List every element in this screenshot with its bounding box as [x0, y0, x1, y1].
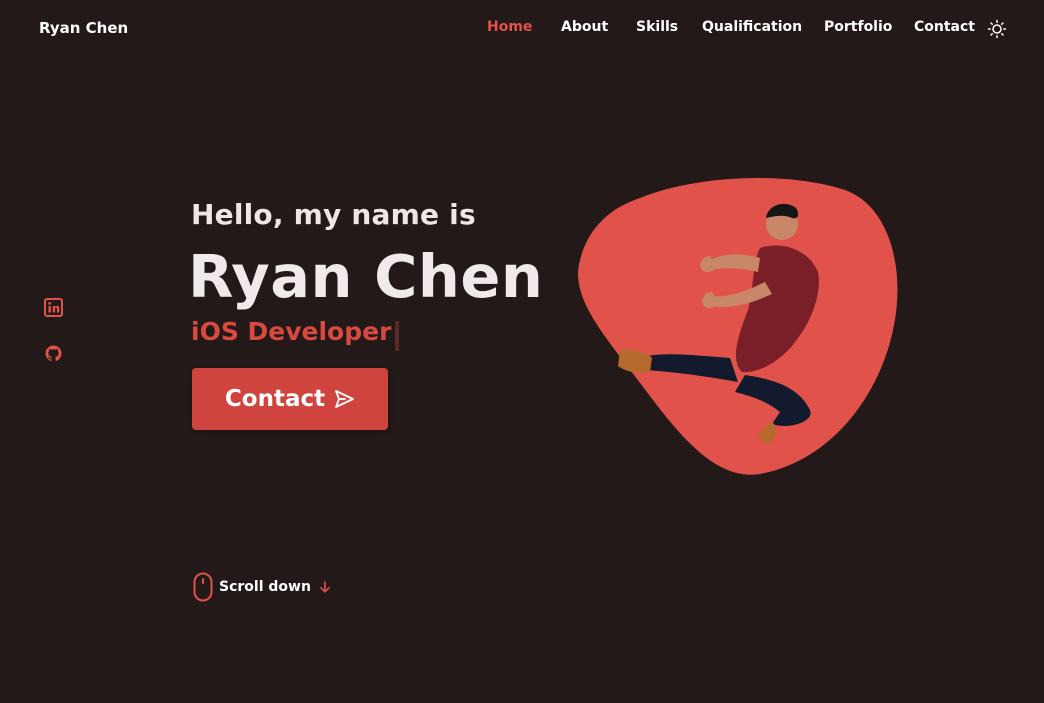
nav-link-qualification[interactable]: Qualification: [702, 19, 802, 35]
hero-image: [578, 178, 898, 475]
github-icon: [45, 345, 62, 362]
arrow-down-icon: [320, 581, 330, 593]
typing-cursor: [395, 320, 400, 351]
contact-button[interactable]: Contact: [192, 368, 388, 430]
logo[interactable]: Ryan Chen: [39, 19, 128, 37]
nav-link-portfolio[interactable]: Portfolio: [824, 19, 892, 35]
theme-toggle-button[interactable]: [987, 19, 1007, 39]
nav-link-contact[interactable]: Contact: [914, 19, 975, 35]
nav-link-skills[interactable]: Skills: [636, 19, 678, 35]
github-link[interactable]: [44, 344, 63, 363]
linkedin-icon: [44, 298, 63, 317]
hero-role-line: iOS Developer: [191, 317, 400, 351]
linkedin-link[interactable]: [44, 298, 63, 317]
nav-link-home[interactable]: Home: [487, 19, 532, 35]
hero-greeting: Hello, my name is: [191, 198, 476, 231]
sun-icon: [987, 19, 1007, 39]
hero-name: Ryan Chen: [188, 242, 544, 311]
contact-button-label: Contact: [224, 386, 326, 412]
scroll-down-label: Scroll down: [219, 579, 311, 595]
nav-link-about[interactable]: About: [561, 19, 608, 35]
hero-blob: [578, 178, 898, 475]
hero-role: iOS Developer: [191, 317, 392, 346]
header: Ryan Chen Home About Skills Qualificatio…: [0, 0, 1044, 58]
scroll-down-button[interactable]: Scroll down: [193, 572, 333, 602]
mouse-icon: [193, 572, 213, 602]
send-icon: [335, 390, 354, 408]
